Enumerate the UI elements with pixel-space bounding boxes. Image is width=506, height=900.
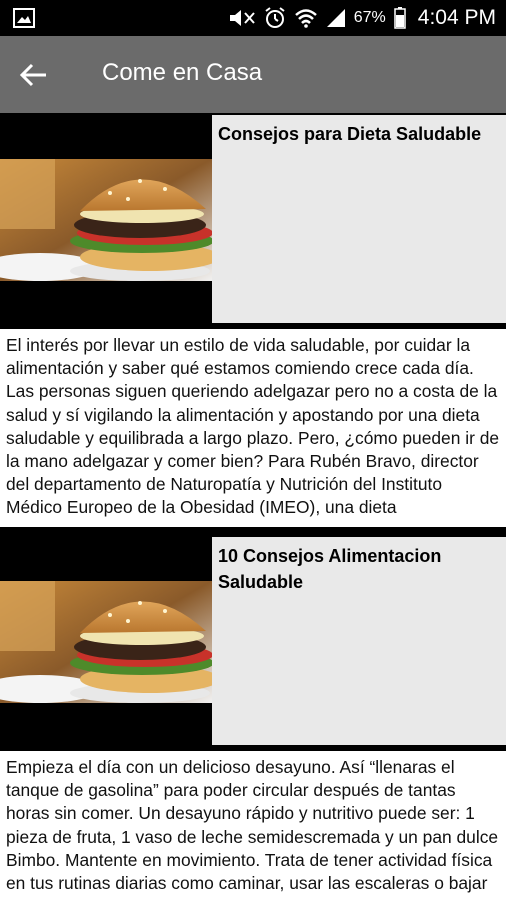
article-header: Consejos para Dieta Saludable (0, 113, 506, 323)
article-excerpt: El interés por llevar un estilo de vida … (6, 335, 500, 518)
clock: 4:04 PM (417, 6, 496, 29)
back-button[interactable] (18, 60, 50, 90)
article-title-panel: Consejos para Dieta Saludable (212, 115, 506, 323)
article-card[interactable]: Consejos para Dieta Saludable El interés… (0, 113, 506, 527)
app-title: Come en Casa (102, 59, 263, 86)
signal-icon (326, 9, 345, 27)
gallery-icon (13, 8, 35, 28)
article-feed[interactable]: Consejos para Dieta Saludable El interés… (0, 113, 506, 900)
article-body: El interés por llevar un estilo de vida … (0, 329, 506, 527)
article-header: 10 Consejos Alimentacion Saludable (0, 535, 506, 745)
alarm-icon (265, 7, 285, 28)
article-title[interactable]: 10 Consejos Alimentacion Saludable (218, 543, 500, 595)
burger-photo (0, 159, 212, 281)
mute-icon (229, 10, 255, 26)
article-excerpt: Empieza el día con un delicioso desayuno… (6, 757, 499, 894)
battery-icon (394, 7, 406, 29)
article-card[interactable]: 10 Consejos Alimentacion Saludable Empie… (0, 535, 506, 900)
burger-photo (0, 581, 212, 703)
status-icons: 67% 4:04 PM (228, 0, 496, 36)
battery-percent: 67% (353, 9, 386, 26)
article-thumbnail (0, 581, 212, 703)
article-thumbnail (0, 159, 212, 281)
wifi-icon (294, 9, 317, 28)
article-title[interactable]: Consejos para Dieta Saludable (218, 121, 500, 147)
app-bar: Come en Casa (0, 36, 506, 113)
article-title-panel: 10 Consejos Alimentacion Saludable (212, 537, 506, 745)
status-bar: 67% 4:04 PM (0, 0, 506, 36)
arrow-left-icon (19, 63, 46, 87)
article-body: Empieza el día con un delicioso desayuno… (0, 751, 506, 900)
